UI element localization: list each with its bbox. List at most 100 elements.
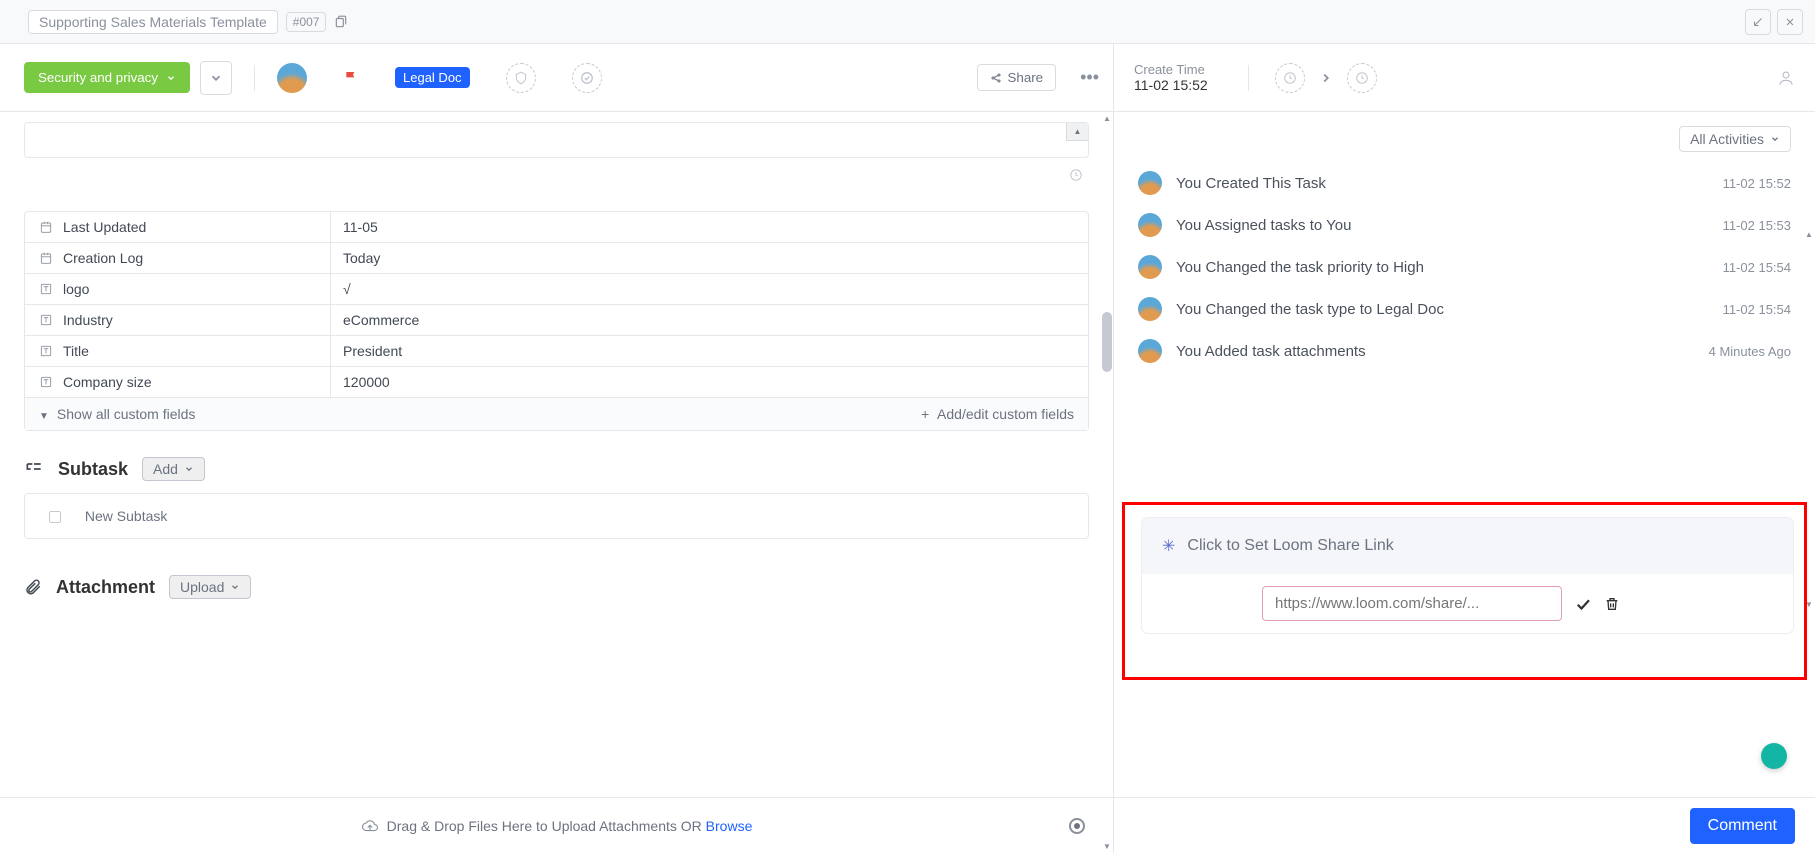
scroll-up-icon[interactable]: ▲	[1805, 230, 1813, 239]
field-label: Company size	[63, 374, 152, 390]
chevron-right-icon[interactable]	[1319, 71, 1333, 85]
cloud-upload-icon	[361, 817, 379, 835]
history-icon[interactable]	[24, 164, 1089, 189]
activity-text: You Changed the task priority to High	[1176, 259, 1709, 276]
checkmark-icon[interactable]	[572, 63, 602, 93]
field-label: Title	[63, 343, 89, 359]
toolbar-left: Security and privacy Legal Doc Share •••	[0, 61, 1113, 95]
add-edit-fields[interactable]: + Add/edit custom fields	[921, 406, 1074, 422]
activity-row: You Assigned tasks to You11-02 15:53	[1138, 204, 1791, 246]
field-row[interactable]: Last Updated 11-05	[25, 212, 1088, 243]
loom-icon: ✳	[1162, 536, 1175, 556]
assignee-avatar[interactable]	[277, 63, 307, 93]
dropdown-arrow-icon[interactable]: ▲	[1066, 123, 1088, 141]
toolbar-right: Create Time 11-02 15:52	[1113, 44, 1815, 111]
create-time-label: Create Time	[1134, 62, 1208, 77]
activity-row: You Added task attachments4 Minutes Ago	[1138, 330, 1791, 372]
title-bar: Supporting Sales Materials Template #007	[0, 0, 1815, 44]
task-template-name[interactable]: Supporting Sales Materials Template	[28, 10, 278, 34]
field-icon	[39, 220, 53, 234]
separator	[254, 65, 255, 91]
activity-filter[interactable]: All Activities	[1679, 126, 1791, 152]
time-back-icon[interactable]	[1275, 63, 1305, 93]
field-value[interactable]: eCommerce	[331, 305, 1088, 335]
comment-bar: Comment	[1114, 797, 1815, 853]
copy-link-icon[interactable]	[334, 15, 348, 29]
field-label: logo	[63, 281, 89, 297]
comment-button[interactable]: Comment	[1690, 808, 1795, 844]
drop-bar[interactable]: Drag & Drop Files Here to Upload Attachm…	[0, 797, 1113, 853]
drop-text: Drag & Drop Files Here to Upload Attachm…	[387, 818, 753, 834]
activity-text: You Added task attachments	[1176, 343, 1695, 360]
attachment-header: Attachment Upload	[24, 575, 1089, 599]
scroll-up-icon[interactable]: ▲	[1103, 114, 1111, 123]
module-icon[interactable]	[506, 63, 536, 93]
new-subtask-input[interactable]: New Subtask	[24, 493, 1089, 539]
activity-time: 11-02 15:54	[1723, 302, 1791, 317]
fields-footer: ▼Show all custom fields + Add/edit custo…	[25, 397, 1088, 430]
left-scroll-area: ▲ Last Updated11-05Creation LogTodaylogo…	[0, 112, 1113, 797]
field-value[interactable]: Today	[331, 243, 1088, 273]
activity-avatar	[1138, 297, 1162, 321]
loom-header[interactable]: ✳ Click to Set Loom Share Link	[1142, 518, 1793, 574]
field-value[interactable]: President	[331, 336, 1088, 366]
activity-time: 11-02 15:54	[1723, 260, 1791, 275]
field-label: Last Updated	[63, 219, 146, 235]
create-time-value: 11-02 15:52	[1134, 77, 1208, 93]
subtask-header: Subtask Add	[24, 457, 1089, 481]
activity-time: 11-02 15:52	[1723, 176, 1791, 191]
field-icon	[39, 344, 53, 358]
field-row[interactable]: Industry eCommerce	[25, 305, 1088, 336]
status-button[interactable]: Security and privacy	[24, 62, 190, 93]
close-button[interactable]	[1777, 9, 1803, 35]
activity-row: You Changed the task type to Legal Doc11…	[1138, 288, 1791, 330]
task-type-badge[interactable]: Legal Doc	[395, 67, 470, 88]
loom-body	[1142, 574, 1793, 633]
scrollbar[interactable]: ▲ ▼	[1101, 112, 1113, 853]
minimize-button[interactable]	[1745, 9, 1771, 35]
activity-row: You Changed the task priority to High 11-…	[1138, 246, 1791, 288]
field-row[interactable]: Title President	[25, 336, 1088, 367]
body: ▲ Last Updated11-05Creation LogTodaylogo…	[0, 112, 1815, 853]
priority-flag-icon[interactable]	[343, 69, 359, 87]
checkbox-icon[interactable]	[49, 511, 61, 523]
activity-list: You Created This Task11-02 15:52You Assi…	[1114, 156, 1815, 378]
field-label: Industry	[63, 312, 113, 328]
main-toolbar: Security and privacy Legal Doc Share •••…	[0, 44, 1815, 112]
activity-avatar	[1138, 255, 1162, 279]
record-icon[interactable]	[1069, 818, 1085, 834]
trash-icon[interactable]	[1604, 595, 1620, 613]
browse-link[interactable]: Browse	[706, 818, 753, 834]
add-subtask-button[interactable]: Add	[142, 457, 205, 481]
share-label: Share	[1008, 70, 1044, 85]
field-row[interactable]: Company size 120000	[25, 367, 1088, 397]
time-forward-icon[interactable]	[1347, 63, 1377, 93]
fab-button[interactable]	[1761, 743, 1787, 769]
field-row[interactable]: Creation LogToday	[25, 243, 1088, 274]
field-value[interactable]: 11-05	[331, 212, 1088, 242]
more-actions-icon[interactable]: •••	[1080, 67, 1099, 88]
person-icon[interactable]	[1777, 69, 1795, 87]
custom-fields-table: Last Updated11-05Creation LogTodaylogo√I…	[24, 211, 1089, 431]
scroll-down-icon[interactable]: ▼	[1805, 600, 1813, 609]
loom-header-text: Click to Set Loom Share Link	[1187, 537, 1393, 555]
create-time-block: Create Time 11-02 15:52	[1134, 62, 1208, 93]
share-button[interactable]: Share	[977, 64, 1057, 91]
confirm-icon[interactable]	[1574, 595, 1592, 613]
field-value[interactable]: 120000	[331, 367, 1088, 397]
activity-scrollbar[interactable]: ▲ ▼	[1805, 230, 1813, 241]
field-row[interactable]: logo √	[25, 274, 1088, 305]
loom-card: ✳ Click to Set Loom Share Link	[1142, 518, 1793, 633]
field-value[interactable]: √	[331, 274, 1088, 304]
upload-button[interactable]: Upload	[169, 575, 251, 599]
subtask-icon	[24, 459, 44, 479]
status-next-button[interactable]	[200, 61, 232, 95]
activity-time: 11-02 15:53	[1723, 218, 1791, 233]
loom-url-input[interactable]	[1262, 586, 1562, 621]
activity-avatar	[1138, 213, 1162, 237]
field-icon	[39, 251, 53, 265]
description-field[interactable]: ▲	[24, 122, 1089, 158]
attachment-title: Attachment	[56, 577, 155, 598]
show-all-fields[interactable]: ▼Show all custom fields	[39, 406, 195, 422]
scroll-thumb[interactable]	[1102, 312, 1112, 372]
